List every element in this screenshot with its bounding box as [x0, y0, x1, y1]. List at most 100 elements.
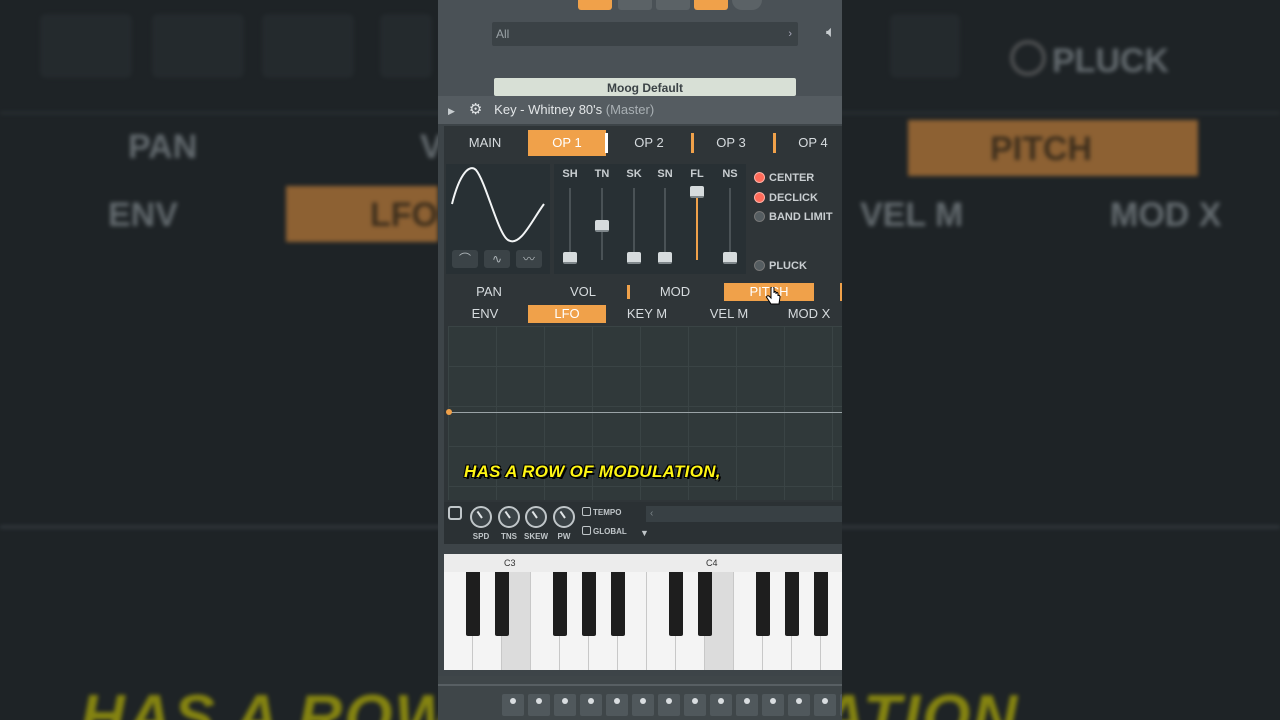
global-checkbox[interactable]: GLOBAL: [582, 526, 627, 536]
knob-label-tns: TNS: [501, 532, 517, 541]
black-key[interactable]: [466, 572, 480, 636]
step-button[interactable]: [580, 694, 602, 716]
bg-wave-button: [40, 14, 132, 78]
tab-env[interactable]: ENV: [446, 305, 524, 323]
top-round-button[interactable]: [732, 0, 762, 10]
step-button[interactable]: [528, 694, 550, 716]
wave-shape-arch-icon[interactable]: ⌒: [452, 250, 478, 268]
tab-op1[interactable]: OP 1: [528, 130, 608, 156]
bg-tab-vel-m: VEL M: [860, 196, 964, 234]
slider-handle-fl[interactable]: [690, 186, 704, 198]
step-button[interactable]: [814, 694, 836, 716]
step-button[interactable]: [710, 694, 732, 716]
slider-handle-sh[interactable]: [563, 252, 577, 264]
step-button[interactable]: [554, 694, 576, 716]
lfo-pw-knob[interactable]: [553, 506, 575, 528]
lfo-speed-knob[interactable]: [470, 506, 492, 528]
tab-overflow-marker: [840, 283, 842, 301]
black-key[interactable]: [553, 572, 567, 636]
slider-track-ns[interactable]: [729, 188, 731, 260]
lfo-skew-knob[interactable]: [525, 506, 547, 528]
top-pad-button[interactable]: [578, 0, 612, 10]
step-dot: [666, 698, 672, 704]
collapse-arrow-icon[interactable]: ▶: [448, 106, 455, 116]
center-checkbox[interactable]: CENTER: [754, 172, 814, 184]
step-dot: [614, 698, 620, 704]
wave-shape-sine-icon[interactable]: ∿: [484, 250, 510, 268]
black-key[interactable]: [582, 572, 596, 636]
black-key[interactable]: [756, 572, 770, 636]
preset-name-field[interactable]: Moog Default: [494, 78, 796, 96]
declick-checkbox[interactable]: DECLICK: [754, 192, 818, 204]
piano-keyboard[interactable]: C3 C4: [444, 554, 842, 670]
plugin-title-sub: (Master): [605, 102, 655, 117]
chevron-left-icon[interactable]: ‹: [650, 508, 653, 519]
step-button[interactable]: [788, 694, 810, 716]
step-button[interactable]: [840, 694, 842, 716]
speaker-icon[interactable]: 🔈︎: [826, 24, 836, 42]
declick-label: DECLICK: [769, 192, 818, 204]
tab-op2[interactable]: OP 2: [610, 130, 694, 156]
tab-vel-m[interactable]: VEL M: [690, 305, 768, 323]
browser-strip: All › 🔈︎ Moog Default: [438, 0, 842, 96]
slider-track-sn[interactable]: [664, 188, 666, 260]
tab-mod-x-label: MOD X: [787, 306, 831, 321]
tab-key-m[interactable]: KEY M: [608, 305, 686, 323]
lfo-tension-knob[interactable]: [498, 506, 520, 528]
tab-mod[interactable]: MOD: [630, 283, 720, 301]
plugin-title-bar[interactable]: ▶ ⚙ Key - Whitney 80's (Master): [438, 96, 842, 124]
knob-label-pw: PW: [557, 532, 571, 541]
checkbox-box: [582, 507, 591, 516]
top-pad-button[interactable]: [694, 0, 728, 10]
tab-vol-label: VOL: [569, 284, 596, 299]
lfo-preset-slot[interactable]: ‹: [646, 506, 842, 522]
slider-handle-sk[interactable]: [627, 252, 641, 264]
slider-track-sk[interactable]: [633, 188, 635, 260]
tab-mod-x[interactable]: MOD X: [770, 305, 842, 323]
black-key[interactable]: [785, 572, 799, 636]
tab-op4[interactable]: OP 4: [774, 130, 842, 156]
envelope-point[interactable]: [446, 409, 452, 415]
waveform-display[interactable]: ⌒ ∿ 〰: [446, 164, 550, 274]
black-key[interactable]: [669, 572, 683, 636]
chevron-down-icon[interactable]: ▼: [640, 528, 649, 538]
step-button[interactable]: [684, 694, 706, 716]
slider-track-fl[interactable]: [696, 198, 698, 260]
step-button[interactable]: [658, 694, 680, 716]
operator-controls: ⌒ ∿ 〰 SH TN SK SN FL NS CENTER DECLICK B…: [446, 164, 842, 274]
slider-label-sn: SN: [657, 168, 673, 180]
step-button[interactable]: [762, 694, 784, 716]
step-dot: [562, 698, 568, 704]
slider-handle-ns[interactable]: [723, 252, 737, 264]
bg-tab-pitch: PITCH: [908, 120, 1198, 176]
tab-lfo-label: LFO: [554, 306, 580, 321]
top-pad-button[interactable]: [618, 0, 652, 10]
slider-track-sh[interactable]: [569, 188, 571, 260]
tab-vol[interactable]: VOL: [538, 283, 630, 301]
lfo-enable-toggle[interactable]: [448, 506, 462, 520]
black-key[interactable]: [495, 572, 509, 636]
black-key[interactable]: [611, 572, 625, 636]
step-button[interactable]: [502, 694, 524, 716]
filter-dropdown[interactable]: All ›: [492, 22, 798, 46]
tab-pan[interactable]: PAN: [444, 283, 534, 301]
slider-handle-tn[interactable]: [595, 220, 609, 232]
pluck-checkbox[interactable]: PLUCK: [754, 260, 807, 272]
tab-main[interactable]: MAIN: [446, 130, 524, 156]
video-caption: HAS A ROW OF MODULATION,: [464, 462, 721, 481]
tab-lfo[interactable]: LFO: [528, 305, 606, 323]
top-pad-button[interactable]: [656, 0, 690, 10]
bg-check-pluck-label: PLUCK: [1052, 42, 1170, 80]
black-key[interactable]: [814, 572, 828, 636]
wave-shape-double-icon[interactable]: 〰: [516, 250, 542, 268]
band-limit-checkbox[interactable]: BAND LIMIT: [754, 211, 833, 223]
step-button[interactable]: [736, 694, 758, 716]
operator-tabs: MAIN OP 1 OP 2 OP 3 OP 4: [444, 130, 842, 156]
tab-op3[interactable]: OP 3: [692, 130, 776, 156]
slider-handle-sn[interactable]: [658, 252, 672, 264]
tempo-checkbox[interactable]: TEMPO: [582, 507, 621, 517]
step-button[interactable]: [632, 694, 654, 716]
black-key[interactable]: [698, 572, 712, 636]
step-button[interactable]: [606, 694, 628, 716]
gear-icon[interactable]: ⚙: [467, 96, 485, 124]
